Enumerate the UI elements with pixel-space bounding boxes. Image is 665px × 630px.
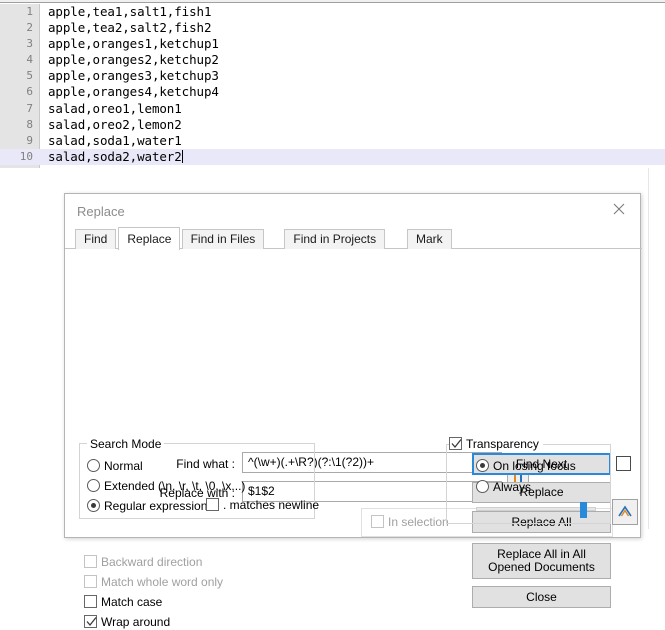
checkbox-box (84, 575, 97, 588)
line-number: 5 (26, 69, 33, 83)
tab-replace[interactable]: Replace (118, 227, 181, 250)
code-line[interactable]: 7 salad,oreo1,lemon1 (0, 101, 665, 117)
radio-dot (480, 463, 485, 468)
tab-mark[interactable]: Mark (407, 229, 452, 249)
code-line[interactable]: 9 salad,soda1,water1 (0, 133, 665, 149)
replace-dialog: Replace Find Replace Find in Files Find in … (64, 193, 642, 629)
transparency-always-radio[interactable]: Always (476, 480, 531, 494)
close-button[interactable]: Close (472, 586, 611, 608)
transparency-on-losing-focus-radio[interactable]: On losing focus (476, 459, 576, 473)
line-text: apple,oranges4,ketchup4 (48, 84, 219, 100)
code-line[interactable]: 5 apple,oranges3,ketchup3 (0, 68, 665, 84)
search-mode-regex-label: Regular expression (104, 499, 208, 513)
radio-circle (476, 459, 489, 472)
code-line[interactable]: 1 apple,tea1,salt1,fish1 (0, 4, 665, 20)
in-selection-checkbox: In selection (371, 515, 449, 529)
checkbox-box (449, 437, 462, 450)
radio-circle (87, 479, 100, 492)
backward-direction-checkbox: Backward direction (84, 555, 202, 569)
line-text: apple,tea2,salt2,fish2 (48, 20, 212, 36)
checkbox-box (616, 456, 631, 471)
check-glyph (86, 616, 97, 630)
line-number: 2 (26, 21, 33, 35)
transparency-always-label: Always (493, 480, 532, 494)
line-text: apple,tea1,salt1,fish1 (48, 4, 212, 19)
code-line[interactable]: 3 apple,oranges1,ketchup1 (0, 36, 665, 52)
toolbar-bottom-edge (0, 0, 665, 3)
check-glyph (451, 438, 462, 452)
line-text: apple,oranges2,ketchup2 (48, 52, 219, 68)
code-line[interactable]: 6 apple,oranges4,ketchup4 (0, 84, 665, 100)
line-number: 3 (26, 37, 33, 51)
text-caret (181, 149, 183, 163)
search-mode-regex-radio[interactable]: Regular expression (87, 499, 207, 513)
transparency-checkbox[interactable]: Transparency (449, 437, 543, 451)
tab-label: Replace (127, 232, 172, 246)
close-glyph (613, 203, 625, 215)
dialog-title: Replace (77, 204, 125, 219)
dialog-tabstrip: Find Replace Find in Files Find in Projects… (65, 227, 642, 250)
match-case-label: Match case (101, 595, 163, 609)
find-next-extra-checkbox[interactable] (616, 456, 632, 472)
radio-circle (476, 480, 489, 493)
wrap-around-checkbox[interactable]: Wrap around (84, 615, 170, 629)
checkbox-box (206, 498, 219, 511)
code-area[interactable]: 1 apple,tea1,salt1,fish1 2 apple,tea2,salt2… (0, 4, 665, 168)
in-selection-label: In selection (388, 515, 449, 529)
tab-find[interactable]: Find (75, 229, 117, 249)
search-mode-title: Search Mode (87, 437, 165, 451)
code-line[interactable]: 4 apple,oranges2,ketchup2 (0, 52, 665, 68)
code-line[interactable]: 2 apple,tea2,salt2,fish2 (0, 20, 665, 36)
editor-right-margin (648, 168, 665, 529)
code-line[interactable]: 8 salad,oreo2,lemon2 (0, 117, 665, 133)
tab-find-in-files[interactable]: Find in Files (181, 229, 265, 249)
checkbox-box (371, 515, 384, 528)
radio-circle (87, 459, 100, 472)
line-number: 1 (26, 5, 33, 18)
backward-direction-label: Backward direction (101, 555, 203, 569)
line-number: 7 (26, 101, 33, 115)
line-text: salad,soda1,water1 (48, 132, 182, 148)
radio-circle (87, 499, 100, 512)
replace-all-opened-documents-button[interactable]: Replace All in All Opened Documents (472, 543, 611, 579)
dot-matches-newline-checkbox[interactable]: . matches newline (206, 498, 319, 512)
chevron-up-glyph (618, 505, 632, 517)
radio-dot (91, 503, 96, 508)
search-mode-normal-radio[interactable]: Normal (87, 459, 143, 473)
match-case-checkbox[interactable]: Match case (84, 595, 162, 609)
line-text: salad,oreo1,lemon1 (48, 100, 182, 116)
tab-find-in-projects[interactable]: Find in Projects (284, 229, 386, 249)
match-whole-word-only-label: Match whole word only (101, 575, 224, 589)
tab-label: Find in Files (190, 232, 256, 246)
checkbox-box (84, 595, 97, 608)
code-line[interactable]: 10 salad,soda2,water2 (0, 148, 665, 165)
search-mode-normal-label: Normal (104, 459, 143, 473)
line-number: 4 (26, 53, 33, 67)
search-mode-extended-radio[interactable]: Extended (\n, \r, \t, \0, \x...) (87, 479, 245, 493)
line-number: 10 (19, 149, 33, 163)
dot-matches-newline-label: . matches newline (223, 498, 320, 512)
checkbox-box (84, 615, 97, 628)
checkbox-box (84, 555, 97, 568)
line-number: 8 (26, 117, 33, 131)
transparency-slider[interactable] (476, 502, 596, 518)
line-number: 6 (26, 85, 33, 99)
line-text: salad,soda2,water2 (48, 148, 183, 164)
wrap-around-label: Wrap around (101, 615, 171, 629)
chevron-up-icon[interactable] (612, 499, 638, 525)
transparency-label: Transparency (466, 437, 539, 451)
match-whole-word-only-checkbox: Match whole word only (84, 575, 223, 589)
line-number: 9 (26, 133, 33, 147)
line-text: apple,oranges3,ketchup3 (48, 68, 219, 84)
transparency-slider-thumb[interactable] (579, 502, 587, 518)
tab-label: Mark (416, 232, 443, 246)
line-text: salad,oreo2,lemon2 (48, 116, 182, 132)
line-text: apple,oranges1,ketchup1 (48, 36, 219, 52)
search-mode-extended-label: Extended (\n, \r, \t, \0, \x...) (104, 479, 246, 493)
tab-label: Find in Projects (293, 232, 377, 246)
close-icon[interactable] (602, 196, 636, 222)
tab-label: Find (84, 232, 108, 246)
transparency-on-losing-focus-label: On losing focus (493, 459, 576, 473)
